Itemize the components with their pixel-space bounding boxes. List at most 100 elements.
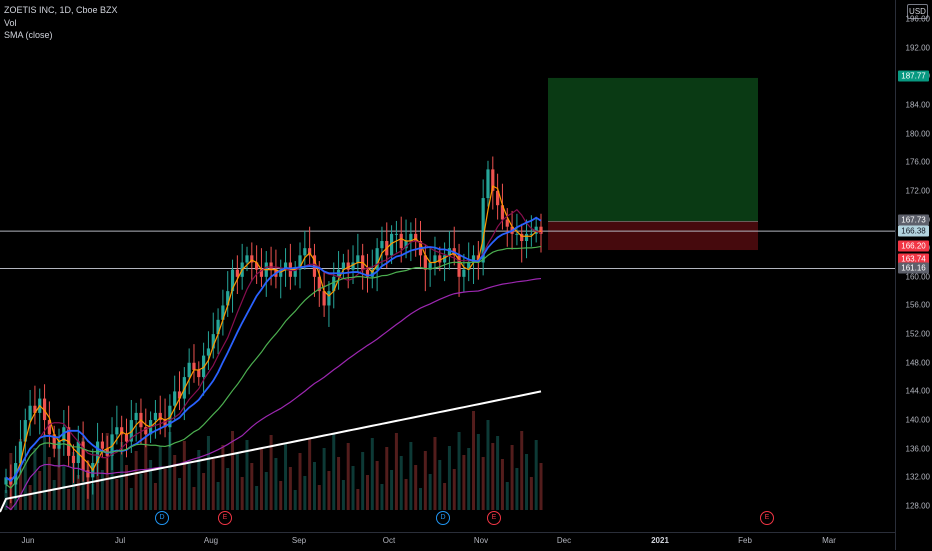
profit-zone	[548, 77, 758, 222]
volume-bar	[149, 460, 153, 510]
volume-bar	[255, 486, 259, 510]
price-tag-187-77: 187.77	[898, 70, 929, 82]
volume-bar	[312, 462, 316, 510]
chart-area[interactable]: ZOETIS INC, 1D, Cboe BZX Vol SMA (close)…	[0, 0, 895, 532]
price-axis[interactable]: USD 196.00192.00188.00184.00180.00176.00…	[895, 0, 932, 550]
price-chart[interactable]	[0, 0, 895, 532]
chart-legend: ZOETIS INC, 1D, Cboe BZX Vol SMA (close)	[4, 4, 118, 42]
volume-bar	[134, 451, 138, 510]
time-tick-label: Mar	[822, 536, 836, 545]
volume-bar	[539, 463, 543, 510]
candle-body	[462, 269, 466, 277]
volume-bar	[525, 454, 529, 510]
volume-bar	[153, 483, 157, 510]
volume-bar	[211, 459, 215, 510]
volume-bar	[67, 489, 71, 510]
volume-bar	[327, 471, 331, 510]
candle-body	[134, 412, 138, 421]
volume-bar	[52, 480, 56, 510]
volume-bar	[414, 465, 418, 510]
volume-bar	[404, 479, 408, 510]
volume-bar	[534, 440, 538, 510]
candle-body	[303, 248, 307, 256]
volume-bar	[491, 443, 495, 510]
candle-body	[71, 455, 76, 464]
volume-bar	[173, 455, 177, 510]
volume-bar	[390, 470, 394, 510]
volume-bar	[500, 459, 504, 510]
volume-bar	[182, 441, 186, 510]
loss-zone	[548, 221, 758, 251]
volume-bar	[43, 434, 47, 510]
volume-bar	[115, 479, 119, 510]
sma-50-line	[5, 277, 542, 511]
candle-body	[115, 427, 119, 435]
price-tag-166-38: 166.38	[898, 225, 929, 237]
price-tick-label: 128.00	[905, 501, 930, 511]
dividend-marker[interactable]: D	[436, 511, 450, 525]
candle-body	[100, 441, 104, 449]
candle-body	[486, 169, 490, 199]
volume-bar	[259, 449, 263, 510]
volume-bar	[274, 458, 278, 510]
price-tick-label: 132.00	[905, 472, 930, 482]
volume-bar	[515, 468, 519, 510]
volume-bar	[206, 436, 210, 510]
volume-bar	[356, 489, 360, 510]
volume-bar	[235, 454, 239, 510]
volume-bar	[187, 464, 191, 510]
symbol-title[interactable]: ZOETIS INC, 1D, Cboe BZX	[4, 4, 118, 17]
volume-bar	[129, 488, 133, 510]
dividend-marker[interactable]: D	[155, 511, 169, 525]
candle-body	[327, 291, 331, 306]
volume-bar	[370, 438, 374, 510]
earnings-marker[interactable]: E	[487, 511, 501, 525]
candle-body	[192, 362, 196, 370]
volume-bar	[231, 431, 235, 510]
volume-indicator-label[interactable]: Vol	[4, 17, 118, 30]
volume-bar	[346, 443, 350, 510]
volume-bar	[409, 442, 413, 510]
time-axis[interactable]: Jun Jul Aug Sep Oct Nov Dec 2021 Feb Mar	[0, 532, 895, 551]
volume-bar	[250, 463, 254, 510]
volume-bar	[298, 453, 302, 510]
volume-bar	[380, 484, 384, 510]
price-tick-label: 184.00	[905, 100, 930, 110]
price-tick-label: 196.00	[905, 14, 930, 24]
volume-bar	[385, 447, 389, 510]
volume-bar	[467, 448, 471, 510]
price-tick-label: 140.00	[905, 415, 930, 425]
candle-body	[322, 291, 326, 306]
candle-body	[173, 391, 177, 406]
price-tick-label: 176.00	[905, 157, 930, 167]
volume-bar	[443, 483, 447, 510]
volume-bar	[322, 448, 326, 510]
earnings-marker[interactable]: E	[218, 511, 232, 525]
earnings-marker[interactable]: E	[760, 511, 774, 525]
price-tick-label: 152.00	[905, 329, 930, 339]
volume-bar	[337, 457, 341, 510]
candle-body	[515, 233, 519, 235]
candle-body	[197, 369, 201, 378]
time-tick-label: Sep	[291, 536, 307, 545]
sma-indicator-label[interactable]: SMA (close)	[4, 29, 118, 42]
volume-bar	[428, 474, 432, 510]
candle-body	[206, 348, 211, 356]
time-tick-label: Oct	[382, 536, 396, 545]
volume-bar	[394, 433, 398, 510]
candle-body	[380, 241, 384, 249]
candle-body	[124, 434, 129, 442]
volume-bar	[510, 445, 514, 510]
volume-bar	[100, 470, 104, 510]
volume-bar	[472, 411, 476, 510]
volume-bar	[226, 468, 230, 510]
volume-bar	[496, 436, 500, 510]
time-tick-label: Dec	[556, 536, 572, 545]
volume-bar	[520, 431, 524, 510]
volume-bar	[452, 469, 456, 510]
volume-bar	[38, 471, 42, 510]
volume-bar	[375, 461, 379, 510]
candle-body	[356, 255, 360, 263]
price-tick-label: 180.00	[905, 129, 930, 139]
time-tick-label: Aug	[203, 536, 219, 545]
